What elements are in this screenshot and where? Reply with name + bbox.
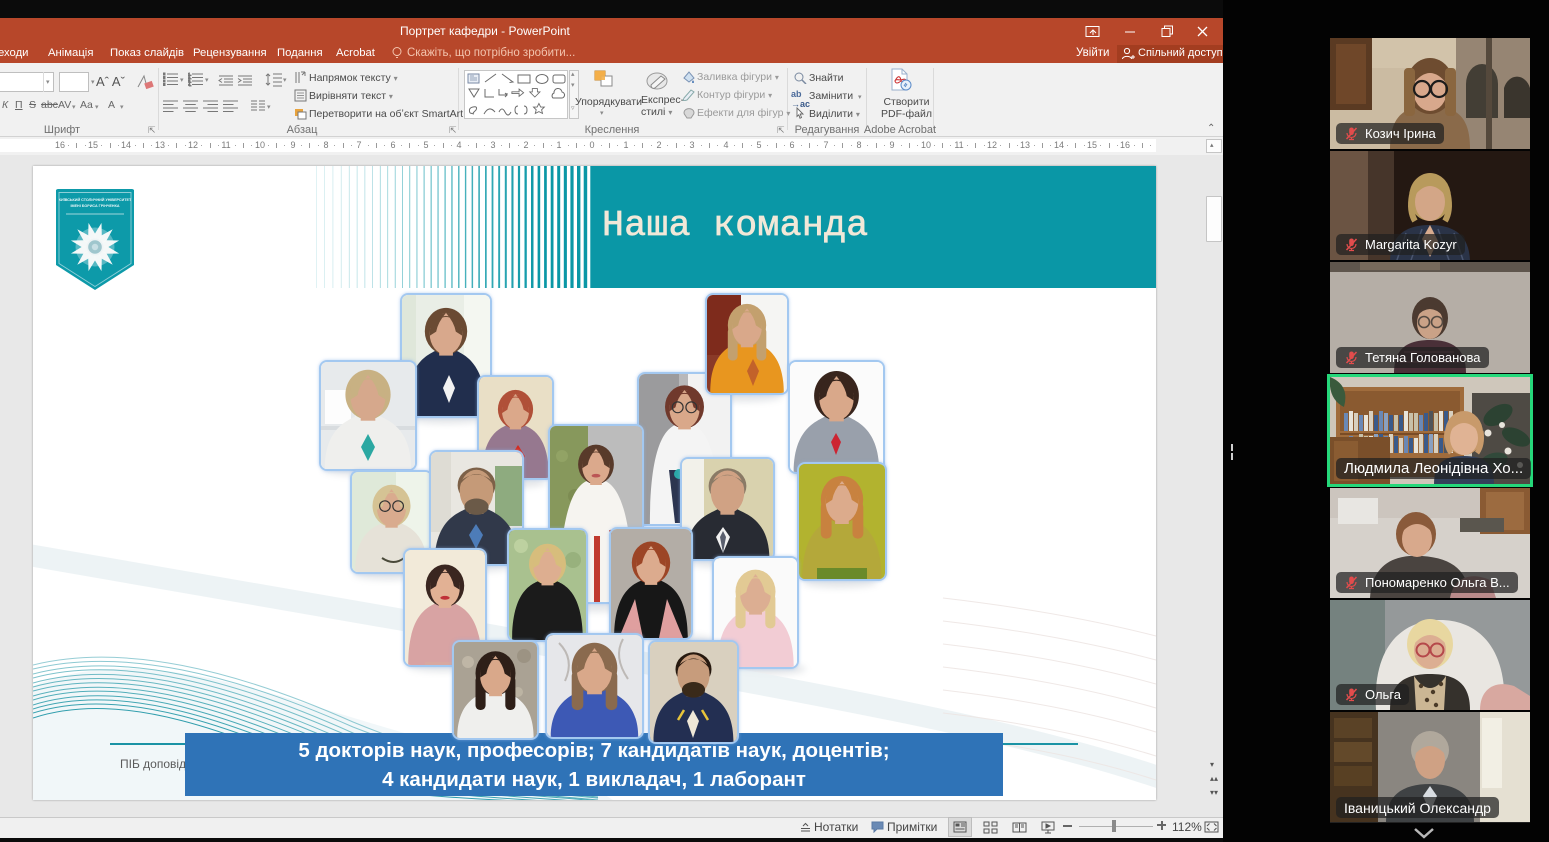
svg-text:КИЇВСЬКИЙ СТОЛИЧНИЙ УНІВЕРСИТЕ: КИЇВСЬКИЙ СТОЛИЧНИЙ УНІВЕРСИТЕТ	[59, 198, 132, 202]
svg-text:ІМЕНІ БОРИСА ГРІНЧЕНКА: ІМЕНІ БОРИСА ГРІНЧЕНКА	[70, 204, 119, 208]
svg-text:4.: 4.	[188, 82, 191, 87]
